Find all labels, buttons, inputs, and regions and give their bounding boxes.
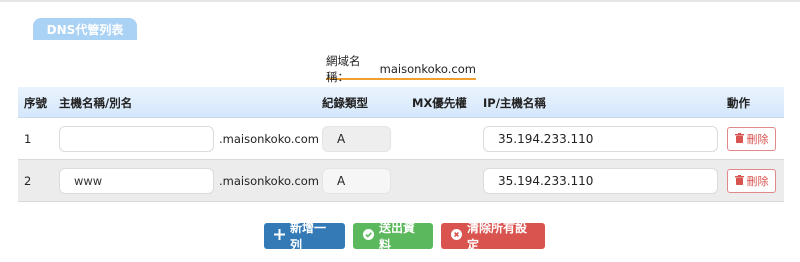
record-type-value: A bbox=[337, 132, 346, 146]
domain-label: 網域名稱： bbox=[326, 54, 361, 84]
trash-icon bbox=[734, 174, 744, 188]
header-host: 主機名稱/別名 bbox=[59, 95, 133, 110]
form-actions: 新增一列 送出資料 清除所有設定 bbox=[264, 221, 545, 252]
record-type-select[interactable]: A bbox=[322, 126, 391, 152]
header-seq: 序號 bbox=[24, 95, 47, 110]
add-row-button[interactable]: 新增一列 bbox=[264, 221, 345, 252]
check-circle-icon bbox=[363, 229, 374, 243]
delete-row-button[interactable]: 刪除 bbox=[727, 169, 776, 193]
header-record-type: 紀錄類型 bbox=[322, 95, 368, 110]
delete-row-button[interactable]: 刪除 bbox=[727, 127, 776, 151]
ip-host-input[interactable] bbox=[483, 126, 718, 152]
submit-label: 送出資料 bbox=[379, 221, 416, 252]
plus-icon bbox=[274, 229, 285, 243]
table-row: 2 .maisonkoko.com A 刪除 bbox=[18, 160, 784, 202]
row-seq: 2 bbox=[24, 174, 32, 188]
host-input[interactable] bbox=[59, 168, 214, 194]
table-row: 1 .maisonkoko.com A 刪除 bbox=[18, 118, 784, 160]
header-mx-priority: MX優先權 bbox=[412, 95, 467, 110]
host-input[interactable] bbox=[59, 126, 214, 152]
clear-all-button[interactable]: 清除所有設定 bbox=[441, 221, 545, 252]
dns-records-table: 序號 主機名稱/別名 紀錄類型 MX優先權 IP/主機名稱 動作 1 .mais… bbox=[18, 87, 784, 202]
domain-caption: 網域名稱： maisonkoko.com bbox=[326, 54, 476, 84]
row-seq: 1 bbox=[24, 132, 32, 146]
times-circle-icon bbox=[451, 229, 462, 243]
domain-suffix: .maisonkoko.com bbox=[219, 132, 320, 146]
domain-value: maisonkoko.com bbox=[379, 62, 476, 76]
delete-label: 刪除 bbox=[746, 175, 769, 188]
table-header: 序號 主機名稱/別名 紀錄類型 MX優先權 IP/主機名稱 動作 bbox=[18, 87, 784, 118]
submit-button[interactable]: 送出資料 bbox=[353, 221, 433, 252]
section-title-tab: DNS代管列表 bbox=[33, 18, 137, 40]
top-divider bbox=[0, 0, 800, 2]
record-type-value: A bbox=[337, 174, 346, 188]
section-title: DNS代管列表 bbox=[46, 22, 124, 37]
add-row-label: 新增一列 bbox=[290, 221, 327, 252]
clear-all-label: 清除所有設定 bbox=[467, 221, 528, 252]
header-action: 動作 bbox=[727, 95, 750, 110]
ip-host-input[interactable] bbox=[483, 168, 718, 194]
header-ip-host: IP/主機名稱 bbox=[483, 95, 546, 110]
record-type-select[interactable]: A bbox=[322, 168, 391, 194]
delete-label: 刪除 bbox=[746, 133, 769, 146]
trash-icon bbox=[734, 132, 744, 146]
domain-suffix: .maisonkoko.com bbox=[219, 174, 320, 188]
